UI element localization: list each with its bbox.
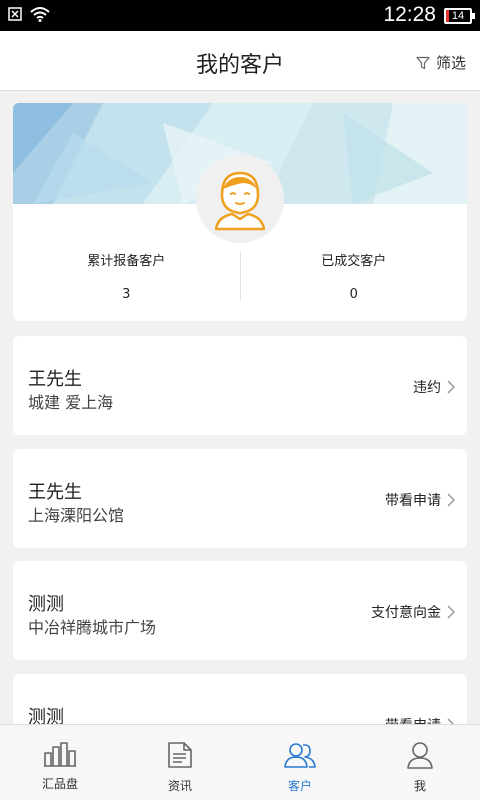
customer-stats: 累计报备客户 3 已成交客户 0 bbox=[13, 246, 467, 311]
client-card[interactable]: 王先生 上海溧阳公馆 带看申请 bbox=[13, 449, 467, 548]
client-project: 上海溧阳公馆 bbox=[28, 506, 125, 525]
stat-reported-customers[interactable]: 累计报备客户 3 bbox=[13, 246, 240, 311]
bottom-tab-bar: 汇品盘 资讯 客户 我 bbox=[0, 724, 480, 800]
battery-level: 14 bbox=[451, 10, 465, 22]
status-time: 12:28 bbox=[383, 3, 436, 26]
tab-label: 我 bbox=[413, 779, 426, 793]
chevron-right-icon bbox=[447, 380, 455, 394]
customers-icon bbox=[284, 743, 316, 768]
client-status[interactable]: 带看申请 bbox=[385, 715, 455, 724]
battery-icon: 14 bbox=[444, 8, 475, 24]
tab-me[interactable]: 我 bbox=[360, 725, 480, 800]
profile-card: 累计报备客户 3 已成交客户 0 bbox=[13, 103, 467, 321]
avatar[interactable] bbox=[196, 155, 284, 243]
tab-customers[interactable]: 客户 bbox=[240, 725, 360, 800]
filter-button[interactable]: 筛选 bbox=[416, 52, 466, 73]
client-card[interactable]: 测测 带看申请 bbox=[13, 674, 467, 724]
stat-label: 已成交客户 bbox=[321, 254, 387, 269]
tab-label: 资讯 bbox=[167, 779, 192, 793]
notification-close-icon bbox=[8, 7, 22, 21]
tab-label: 客户 bbox=[287, 779, 312, 793]
filter-label: 筛选 bbox=[435, 54, 466, 72]
client-card[interactable]: 测测 中冶祥腾城市广场 支付意向金 bbox=[13, 561, 467, 660]
client-status-label: 违约 bbox=[413, 380, 441, 396]
tab-listings[interactable]: 汇品盘 bbox=[0, 725, 120, 800]
client-list-content[interactable]: 累计报备客户 3 已成交客户 0 王先生 城建 爱上海 违约 王先生 上海溧阳公… bbox=[0, 92, 480, 724]
tab-news[interactable]: 资讯 bbox=[120, 725, 240, 800]
stat-closed-customers[interactable]: 已成交客户 0 bbox=[241, 246, 468, 311]
client-card[interactable]: 王先生 城建 爱上海 违约 bbox=[13, 336, 467, 435]
client-status[interactable]: 违约 bbox=[413, 377, 455, 397]
chevron-right-icon bbox=[447, 605, 455, 619]
client-name: 测测 bbox=[28, 707, 64, 724]
client-name: 王先生 bbox=[28, 369, 82, 390]
status-icons bbox=[8, 6, 50, 22]
client-status-label: 带看申请 bbox=[385, 493, 441, 509]
client-status[interactable]: 带看申请 bbox=[385, 490, 455, 510]
document-icon bbox=[168, 742, 192, 768]
funnel-icon bbox=[416, 56, 430, 69]
tab-label: 汇品盘 bbox=[41, 777, 78, 791]
status-bar: 12:28 14 bbox=[0, 0, 480, 31]
person-icon bbox=[407, 742, 433, 769]
chevron-right-icon bbox=[447, 493, 455, 507]
header: 我的客户 筛选 bbox=[0, 31, 480, 91]
user-avatar-icon bbox=[214, 171, 266, 231]
page-title: 我的客户 bbox=[195, 53, 284, 78]
client-name: 王先生 bbox=[28, 482, 82, 503]
client-project: 城建 爱上海 bbox=[28, 393, 114, 412]
stat-label: 累计报备客户 bbox=[87, 254, 166, 269]
client-status[interactable]: 支付意向金 bbox=[371, 602, 455, 622]
client-name: 测测 bbox=[28, 594, 64, 615]
stat-value: 3 bbox=[122, 287, 131, 302]
client-project: 中冶祥腾城市广场 bbox=[28, 618, 157, 637]
stat-value: 0 bbox=[349, 287, 358, 302]
wifi-icon bbox=[30, 7, 50, 22]
client-status-label: 带看申请 bbox=[385, 715, 441, 724]
client-status-label: 支付意向金 bbox=[371, 605, 441, 621]
building-icon bbox=[44, 742, 76, 767]
